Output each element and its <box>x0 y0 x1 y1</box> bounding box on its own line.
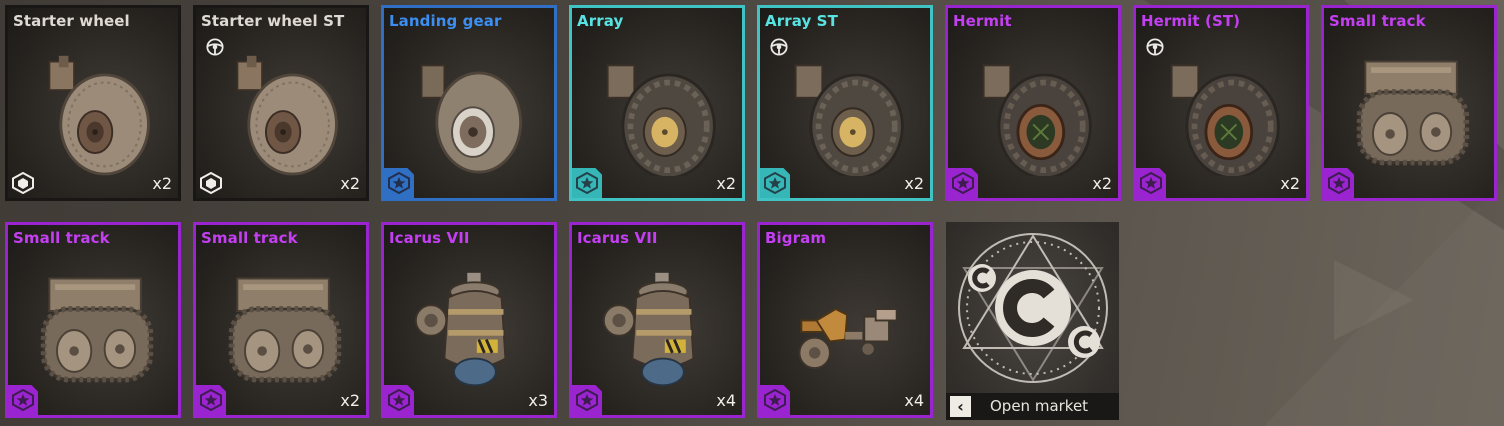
wheel-plain-icon <box>48 55 150 176</box>
item-card[interactable]: Starter wheel ST x2 <box>193 5 369 201</box>
item-name: Starter wheel ST <box>201 12 345 30</box>
item-quantity: x2 <box>716 174 736 193</box>
star-badge-icon <box>760 168 790 198</box>
item-name: Small track <box>201 229 298 247</box>
star-badge-icon <box>572 168 602 198</box>
item-quantity: x2 <box>1280 174 1300 193</box>
item-quantity: x2 <box>1092 174 1112 193</box>
item-card[interactable]: Array x2 <box>569 5 745 201</box>
item-name: Hermit <box>953 12 1012 30</box>
item-quantity: x2 <box>904 174 924 193</box>
star-badge-icon <box>572 385 602 415</box>
item-quantity: x2 <box>340 174 360 193</box>
wheel-landing-icon <box>420 64 523 174</box>
wheel-hermit-icon <box>982 64 1092 176</box>
open-market-label: Open market <box>990 397 1089 415</box>
bigram-icon <box>798 307 898 370</box>
track-icon <box>40 277 154 383</box>
star-badge-icon <box>1136 168 1166 198</box>
item-quantity: x4 <box>904 391 924 410</box>
item-name: Small track <box>13 229 110 247</box>
hover-icon <box>414 272 507 387</box>
hex-cube-icon <box>196 168 226 198</box>
item-card[interactable]: Icarus VII x3 <box>381 222 557 418</box>
item-card[interactable]: Starter wheel x2 <box>5 5 181 201</box>
chevron-left-icon[interactable]: ‹ <box>950 396 971 417</box>
wheel-hermit-icon <box>1170 64 1280 176</box>
coin-c-emblem-icon <box>958 233 1108 383</box>
star-badge-icon <box>1324 168 1354 198</box>
item-quantity: x3 <box>528 391 548 410</box>
star-badge-icon <box>384 168 414 198</box>
star-badge-icon <box>760 385 790 415</box>
item-name: Array ST <box>765 12 838 30</box>
item-name: Small track <box>1329 12 1426 30</box>
wheel-array-icon <box>606 64 716 176</box>
track-icon <box>1356 60 1470 166</box>
item-name: Hermit (ST) <box>1141 12 1241 30</box>
hex-cube-icon <box>8 168 38 198</box>
steering-wheel-icon <box>770 38 788 56</box>
item-name: Bigram <box>765 229 827 247</box>
wheel-plain-icon <box>236 55 338 176</box>
item-name: Landing gear <box>389 12 502 30</box>
steering-wheel-icon <box>1146 38 1164 56</box>
item-name: Icarus VII <box>577 229 658 247</box>
star-badge-icon <box>196 385 226 415</box>
item-card[interactable]: Small track <box>1321 5 1497 201</box>
item-card[interactable]: Landing gear <box>381 5 557 201</box>
item-name: Array <box>577 12 624 30</box>
star-badge-icon <box>8 385 38 415</box>
hover-icon <box>602 272 695 387</box>
open-market-tile[interactable]: ‹ Open market <box>946 222 1119 420</box>
item-name: Starter wheel <box>13 12 130 30</box>
star-badge-icon <box>384 385 414 415</box>
open-market-bar[interactable]: ‹ Open market <box>946 393 1119 420</box>
item-card[interactable]: Hermit (ST) x2 <box>1133 5 1309 201</box>
item-quantity: x4 <box>716 391 736 410</box>
star-badge-icon <box>948 168 978 198</box>
item-card[interactable]: Hermit x2 <box>945 5 1121 201</box>
item-name: Icarus VII <box>389 229 470 247</box>
item-card[interactable]: Icarus VII x4 <box>569 222 745 418</box>
track-icon <box>228 277 342 383</box>
item-card[interactable]: Small track <box>5 222 181 418</box>
wheel-array-icon <box>794 64 904 176</box>
item-card[interactable]: Small track x2 <box>193 222 369 418</box>
item-quantity: x2 <box>340 391 360 410</box>
item-quantity: x2 <box>152 174 172 193</box>
item-card[interactable]: Array ST x2 <box>757 5 933 201</box>
steering-wheel-icon <box>206 38 224 56</box>
item-card[interactable]: Bigram x4 <box>757 222 933 418</box>
